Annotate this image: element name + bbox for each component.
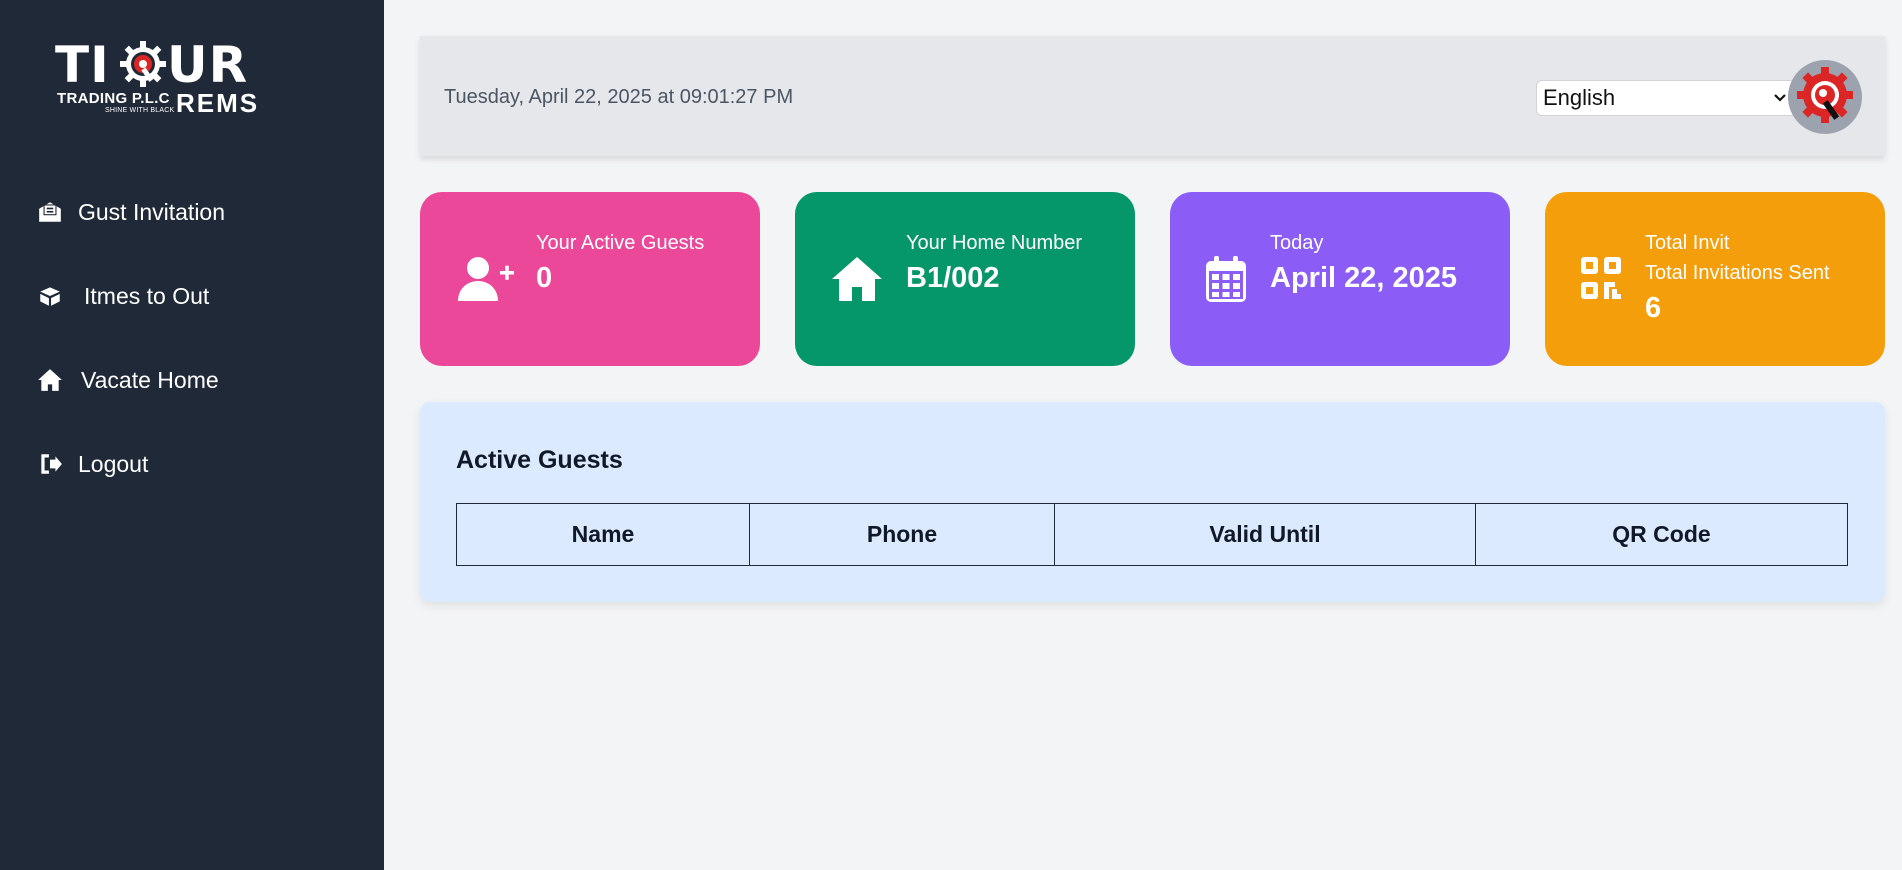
calendar-icon <box>1206 256 1246 302</box>
avatar[interactable] <box>1788 60 1862 134</box>
sidebar-item-label: Logout <box>78 450 149 477</box>
stat-value: B1/002 <box>906 262 1000 294</box>
sidebar-item-label: Gust Invitation <box>78 198 226 225</box>
stat-label: Your Home Number <box>906 232 1083 254</box>
column-header-valid-until: Valid Until <box>1054 503 1476 566</box>
stat-card-home-number: Your Home Number B1/002 <box>795 192 1135 366</box>
logo-subtitle: TRADING P.L.C <box>57 90 170 107</box>
table-header-row: Name Phone Valid Until QR Code <box>456 503 1848 566</box>
chevron-down-icon <box>1774 94 1786 102</box>
home-icon <box>36 366 64 394</box>
invitation-icon <box>36 198 64 226</box>
current-datetime: Tuesday, April 22, 2025 at 09:01:27 PM <box>444 86 794 108</box>
logo-text-right: UR <box>167 36 249 94</box>
stat-label: Today <box>1270 232 1324 254</box>
stat-card-active-guests: Your Active Guests 0 <box>420 192 760 366</box>
logout-icon <box>36 450 64 478</box>
stat-card-today: Today April 22, 2025 <box>1170 192 1510 366</box>
box-icon <box>36 282 64 310</box>
stat-value: April 22, 2025 <box>1270 262 1457 294</box>
logo-slogan: SHINE WITH BLACK <box>105 107 175 114</box>
active-guests-panel: Active Guests Name Phone Valid Until QR … <box>420 402 1885 602</box>
sidebar: TI UR TRADING P.L.C SHINE WITH BLACK REM… <box>0 0 384 870</box>
gear-avatar-icon <box>1797 67 1853 123</box>
stat-value: 6 <box>1645 292 1662 324</box>
active-guests-table: Name Phone Valid Until QR Code <box>456 503 1848 566</box>
sidebar-item-vacate-home[interactable]: Vacate Home <box>0 338 384 422</box>
column-header-name: Name <box>456 503 750 566</box>
sidebar-nav: Gust Invitation Itmes to Out Vacate Home… <box>0 170 384 506</box>
stat-label: Total Invit <box>1645 232 1730 254</box>
house-icon <box>831 256 883 302</box>
gear-logo-icon <box>120 41 166 87</box>
stat-label: Your Active Guests <box>536 232 705 254</box>
top-header: Tuesday, April 22, 2025 at 09:01:27 PM E… <box>420 36 1885 156</box>
logo-text-left: TI <box>55 36 110 94</box>
sidebar-item-itmes-to-out[interactable]: Itmes to Out <box>0 254 384 338</box>
sidebar-item-label: Vacate Home <box>81 366 219 393</box>
column-header-qr-code: QR Code <box>1475 503 1848 566</box>
sidebar-item-label: Itmes to Out <box>84 282 210 309</box>
sidebar-item-logout[interactable]: Logout <box>0 422 384 506</box>
sidebar-item-gust-invitation[interactable]: Gust Invitation <box>0 170 384 254</box>
qr-code-icon <box>1581 257 1621 301</box>
user-plus-icon <box>456 255 516 303</box>
language-select-value: English <box>1543 85 1616 110</box>
stat-card-total-invitations: Total Invit Total Invitations Sent 6 <box>1545 192 1885 366</box>
panel-title: Active Guests <box>456 446 623 474</box>
language-select[interactable]: English <box>1536 80 1798 116</box>
logo-product: REMS <box>176 88 260 118</box>
stat-value: 0 <box>536 262 553 294</box>
column-header-phone: Phone <box>749 503 1055 566</box>
stat-label-secondary: Total Invitations Sent <box>1645 262 1830 284</box>
brand-logo[interactable]: TI UR TRADING P.L.C SHINE WITH BLACK REM… <box>55 38 260 118</box>
